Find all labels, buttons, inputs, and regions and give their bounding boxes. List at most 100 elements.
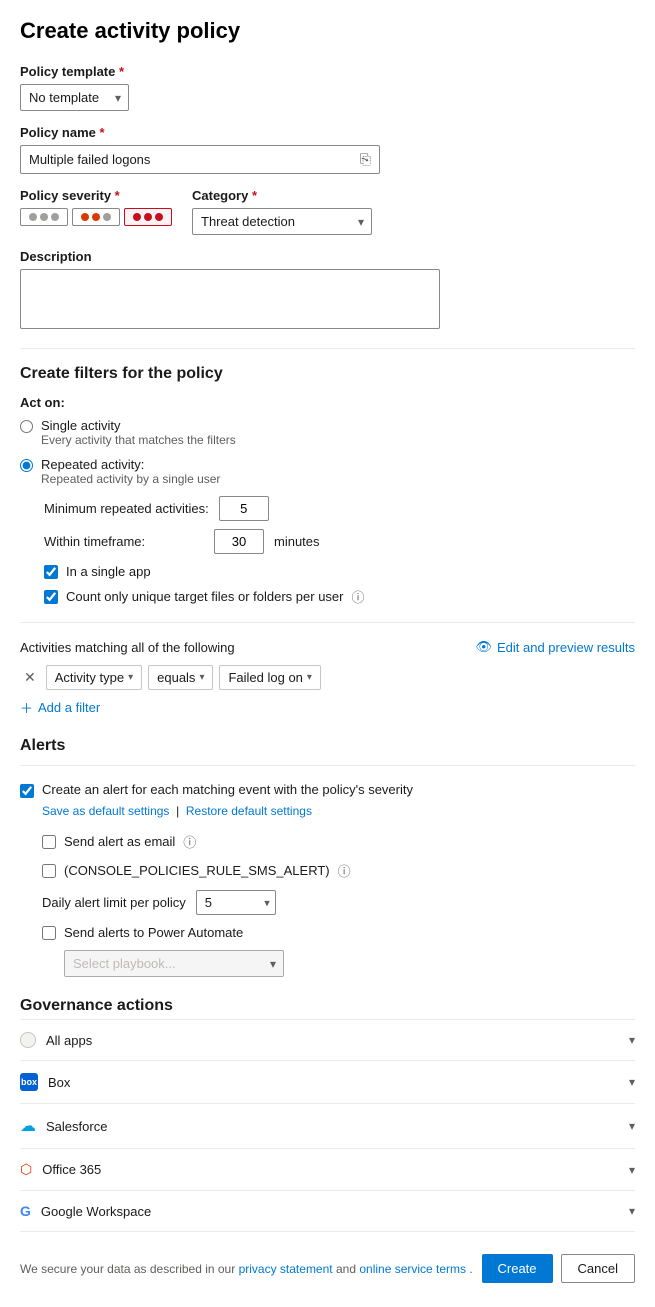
policy-name-label: Policy name xyxy=(20,125,635,140)
google-icon: G xyxy=(20,1203,31,1219)
sms-alert-label: (CONSOLE_POLICIES_RULE_SMS_ALERT) xyxy=(64,863,330,878)
single-activity-desc: Every activity that matches the filters xyxy=(41,433,236,447)
severity-section: Policy severity xyxy=(20,188,172,226)
google-chevron: ▾ xyxy=(629,1204,635,1218)
repeated-activity-group: Repeated activity: Repeated activity by … xyxy=(20,457,635,486)
repeated-activity-radio[interactable] xyxy=(20,459,33,472)
divider-2 xyxy=(20,622,635,623)
alerts-options: Send alert as email ⓘ (CONSOLE_POLICIES_… xyxy=(42,832,635,977)
governance-item-salesforce[interactable]: ☁ Salesforce ▾ xyxy=(20,1104,635,1149)
severity-high-button[interactable] xyxy=(124,208,172,226)
sms-alert-checkbox[interactable] xyxy=(42,864,56,878)
category-select[interactable]: Threat detection xyxy=(192,208,372,235)
governance-item-box-left: box Box xyxy=(20,1073,70,1091)
power-automate-row: Send alerts to Power Automate xyxy=(42,925,635,940)
severity-medium-button[interactable] xyxy=(72,208,120,226)
min-repeated-row: Minimum repeated activities: xyxy=(44,496,635,521)
restore-default-link[interactable]: Restore default settings xyxy=(186,804,312,818)
category-select-wrapper: Threat detection xyxy=(192,208,372,235)
policy-template-select[interactable]: No template xyxy=(20,84,129,111)
daily-limit-select[interactable]: 1 5 10 25 50 Unlimited xyxy=(196,890,276,915)
sms-info-icon[interactable]: ⓘ xyxy=(338,861,351,880)
save-default-link[interactable]: Save as default settings xyxy=(42,804,169,818)
filter-row: ✕ Activity type ▾ equals ▾ Failed log on… xyxy=(20,665,635,690)
governance-title: Governance actions xyxy=(20,997,635,1015)
alerts-title: Alerts xyxy=(20,737,635,755)
policy-name-input[interactable] xyxy=(29,152,360,167)
repeated-activity-desc: Repeated activity by a single user xyxy=(41,472,220,486)
privacy-link[interactable]: privacy statement xyxy=(239,1262,333,1276)
office365-chevron: ▾ xyxy=(629,1163,635,1177)
count-unique-label: Count only unique target files or folder… xyxy=(66,589,344,604)
filters-section-title: Create filters for the policy xyxy=(20,365,635,383)
box-label: Box xyxy=(48,1075,70,1090)
filter-operator-chip[interactable]: equals ▾ xyxy=(148,665,213,690)
timeframe-label: Within timeframe: xyxy=(44,534,204,549)
dot-gray-3 xyxy=(51,213,59,221)
count-unique-info-icon[interactable]: ⓘ xyxy=(352,587,365,606)
repeated-activity-label: Repeated activity: xyxy=(41,457,220,472)
sms-alert-row: (CONSOLE_POLICIES_RULE_SMS_ALERT) ⓘ xyxy=(42,861,635,880)
governance-item-office365[interactable]: ⬡ Office 365 ▾ xyxy=(20,1149,635,1191)
policy-name-section: Policy name ⎘ xyxy=(20,125,635,174)
governance-item-google[interactable]: G Google Workspace ▾ xyxy=(20,1191,635,1232)
cancel-button[interactable]: Cancel xyxy=(561,1254,635,1283)
default-settings-links: Save as default settings | Restore defau… xyxy=(42,804,635,818)
filters-section: Create filters for the policy Act on: Si… xyxy=(20,365,635,606)
dot-orange-2 xyxy=(92,213,100,221)
single-app-row: In a single app xyxy=(44,564,635,579)
filter-value-chevron: ▾ xyxy=(307,672,312,683)
governance-item-box[interactable]: box Box ▾ xyxy=(20,1061,635,1104)
timeframe-input[interactable] xyxy=(214,529,264,554)
policy-template-section: Policy template No template xyxy=(20,64,635,111)
severity-category-row: Policy severity C xyxy=(20,188,635,235)
google-label: Google Workspace xyxy=(41,1204,151,1219)
playbook-select-wrapper: Select playbook... xyxy=(64,950,284,977)
description-textarea[interactable] xyxy=(20,269,440,329)
policy-name-row: ⎘ xyxy=(20,145,380,174)
severity-buttons xyxy=(20,208,172,226)
single-app-label: In a single app xyxy=(66,564,151,579)
main-alert-checkbox-row: Create an alert for each matching event … xyxy=(20,782,635,798)
send-email-checkbox[interactable] xyxy=(42,835,56,849)
daily-limit-label: Daily alert limit per policy xyxy=(42,895,186,910)
single-activity-text: Single activity Every activity that matc… xyxy=(41,418,236,447)
filter-remove-button[interactable]: ✕ xyxy=(20,667,40,688)
footer-buttons: Create Cancel xyxy=(482,1254,636,1283)
act-on-label: Act on: xyxy=(20,395,635,410)
count-unique-checkbox[interactable] xyxy=(44,590,58,604)
min-repeated-input[interactable] xyxy=(219,496,269,521)
governance-item-all-apps-left: All apps xyxy=(20,1032,92,1048)
create-button[interactable]: Create xyxy=(482,1254,553,1283)
send-email-info-icon[interactable]: ⓘ xyxy=(183,832,196,851)
filter-type-chip[interactable]: Activity type ▾ xyxy=(46,665,142,690)
governance-section: Governance actions All apps ▾ box Box ▾ … xyxy=(20,997,635,1232)
main-alert-checkbox[interactable] xyxy=(20,784,34,798)
office365-label: Office 365 xyxy=(42,1162,101,1177)
edit-preview-link[interactable]: 👁 Edit and preview results xyxy=(475,639,635,655)
filter-type-chevron: ▾ xyxy=(128,672,133,683)
daily-limit-select-wrapper: 1 5 10 25 50 Unlimited xyxy=(196,890,276,915)
policy-template-wrapper: No template xyxy=(20,84,129,111)
severity-low-button[interactable] xyxy=(20,208,68,226)
activities-matching-title: Activities matching all of the following xyxy=(20,640,235,655)
filter-value-chip[interactable]: Failed log on ▾ xyxy=(219,665,320,690)
dot-gray-4 xyxy=(103,213,111,221)
copy-icon[interactable]: ⎘ xyxy=(360,151,371,168)
playbook-select[interactable]: Select playbook... xyxy=(64,950,284,977)
dot-red-1 xyxy=(133,213,141,221)
activities-matching-section: Activities matching all of the following… xyxy=(20,639,635,717)
office-icon: ⬡ xyxy=(20,1161,32,1178)
filter-type-label: Activity type xyxy=(55,670,124,685)
single-activity-radio[interactable] xyxy=(20,420,33,433)
page-title: Create activity policy xyxy=(20,18,635,44)
terms-link[interactable]: online service terms xyxy=(359,1262,466,1276)
governance-item-all-apps[interactable]: All apps ▾ xyxy=(20,1020,635,1061)
single-app-checkbox[interactable] xyxy=(44,565,58,579)
single-activity-group: Single activity Every activity that matc… xyxy=(20,418,635,447)
add-filter-link[interactable]: ＋ Add a filter xyxy=(20,698,635,717)
repeated-activity-item: Repeated activity: Repeated activity by … xyxy=(20,457,635,486)
power-automate-checkbox[interactable] xyxy=(42,926,56,940)
period: . xyxy=(469,1262,472,1276)
timeframe-row: Within timeframe: minutes xyxy=(44,529,635,554)
